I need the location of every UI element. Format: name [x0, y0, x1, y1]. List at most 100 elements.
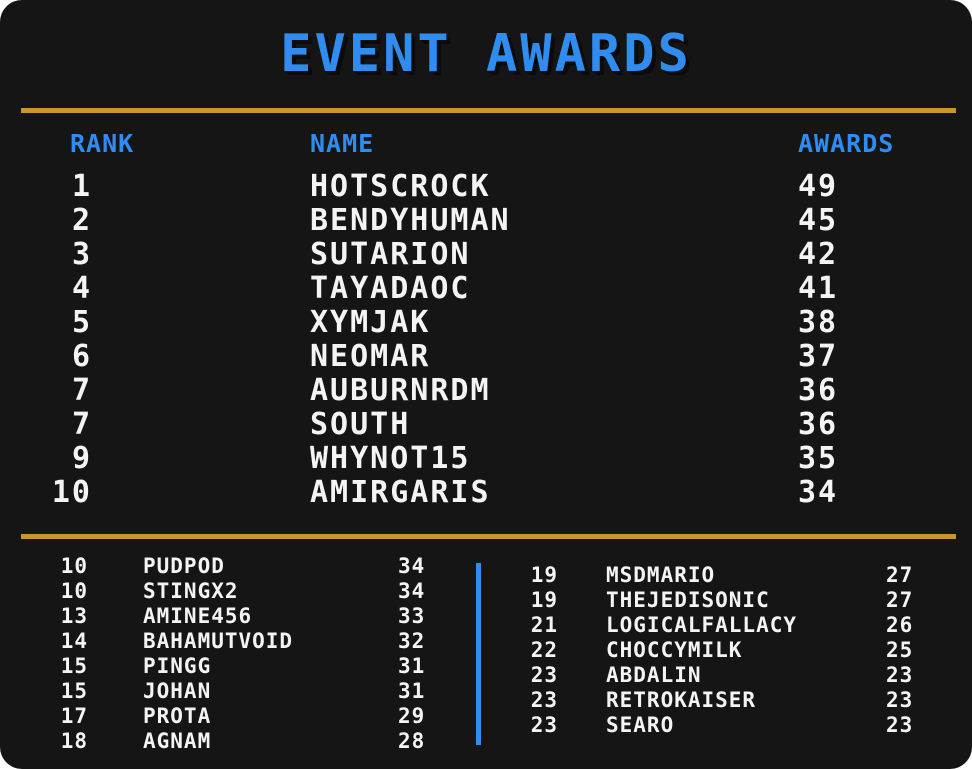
player-name: SUTARION — [310, 237, 471, 272]
top-divider-rule — [21, 108, 956, 113]
rank-value: 4 — [71, 271, 92, 306]
player-name: AMINE456 — [143, 604, 253, 628]
rank-value: 18 — [60, 729, 88, 753]
list-row: 15 PINGG 31 — [0, 654, 425, 679]
header-name: NAME — [310, 129, 375, 158]
awards-value: 33 — [398, 604, 426, 628]
top-ten-list: 1 HOTSCROCK 49 2 BENDYHUMAN 45 3 SUTARIO… — [0, 170, 972, 510]
player-name: THEJEDISONIC — [606, 588, 770, 612]
awards-value: 42 — [798, 237, 839, 272]
awards-value: 29 — [398, 704, 426, 728]
player-name: PROTA — [143, 704, 212, 728]
list-row: 15 JOHAN 31 — [0, 679, 425, 704]
player-name: BAHAMUTVOID — [143, 629, 294, 653]
player-name: JOHAN — [143, 679, 212, 703]
awards-value: 25 — [886, 638, 914, 662]
list-row: 23 RETROKAISER 23 — [480, 688, 950, 713]
top-row: 1 HOTSCROCK 49 — [0, 170, 972, 204]
honorable-list-left: 10 PUDPOD 34 10 STINGX2 34 13 AMINE456 3… — [0, 554, 425, 754]
rank-value: 21 — [530, 613, 558, 637]
player-name: AMIRGARIS — [310, 475, 491, 510]
player-name: SOUTH — [310, 407, 411, 442]
awards-value: 49 — [798, 169, 839, 204]
awards-value: 36 — [798, 407, 839, 442]
rank-value: 17 — [60, 704, 88, 728]
rank-value: 13 — [60, 604, 88, 628]
rank-value: 5 — [71, 305, 92, 340]
top-row: 3 SUTARION 42 — [0, 238, 972, 272]
awards-value: 41 — [798, 271, 839, 306]
awards-value: 23 — [886, 663, 914, 687]
rank-value: 15 — [60, 679, 88, 703]
player-name: LOGICALFALLACY — [606, 613, 798, 637]
rank-value: 7 — [71, 407, 92, 442]
list-row: 18 AGNAM 28 — [0, 729, 425, 754]
top-row: 4 TAYADAOC 41 — [0, 272, 972, 306]
awards-value: 23 — [886, 713, 914, 737]
top-row: 9 WHYNOT15 35 — [0, 442, 972, 476]
awards-value: 27 — [886, 588, 914, 612]
awards-value: 45 — [798, 203, 839, 238]
list-row: 23 ABDALIN 23 — [480, 663, 950, 688]
player-name: AGNAM — [143, 729, 212, 753]
awards-value: 28 — [398, 729, 426, 753]
awards-value: 26 — [886, 613, 914, 637]
honorable-list-right: 19 MSDMARIO 27 19 THEJEDISONIC 27 21 LOG… — [480, 563, 950, 738]
player-name: CHOCCYMILK — [606, 638, 743, 662]
rank-value: 1 — [71, 169, 92, 204]
top-row: 2 BENDYHUMAN 45 — [0, 204, 972, 238]
rank-value: 23 — [530, 688, 558, 712]
list-row: 19 MSDMARIO 27 — [480, 563, 950, 588]
player-name: MSDMARIO — [606, 563, 716, 587]
player-name: WHYNOT15 — [310, 441, 471, 476]
player-name: RETROKAISER — [606, 688, 757, 712]
list-row: 19 THEJEDISONIC 27 — [480, 588, 950, 613]
player-name: PINGG — [143, 654, 212, 678]
rank-value: 19 — [530, 563, 558, 587]
player-name: ABDALIN — [606, 663, 702, 687]
top-row: 6 NEOMAR 37 — [0, 340, 972, 374]
list-row: 10 STINGX2 34 — [0, 579, 425, 604]
rank-value: 10 — [60, 579, 88, 603]
rank-value: 3 — [71, 237, 92, 272]
list-row: 21 LOGICALFALLACY 26 — [480, 613, 950, 638]
awards-value: 32 — [398, 629, 426, 653]
rank-value: 9 — [71, 441, 92, 476]
rank-value: 10 — [60, 554, 88, 578]
list-row: 22 CHOCCYMILK 25 — [480, 638, 950, 663]
awards-value: 31 — [398, 654, 426, 678]
player-name: PUDPOD — [143, 554, 225, 578]
awards-value: 37 — [798, 339, 839, 374]
board-title: EVENT AWARDS — [280, 24, 692, 84]
awards-value: 36 — [798, 373, 839, 408]
awards-value: 35 — [798, 441, 839, 476]
list-row: 23 SEARO 23 — [480, 713, 950, 738]
player-name: XYMJAK — [310, 305, 431, 340]
middle-divider-rule — [21, 534, 956, 539]
player-name: BENDYHUMAN — [310, 203, 511, 238]
player-name: HOTSCROCK — [310, 169, 491, 204]
top-row: 7 SOUTH 36 — [0, 408, 972, 442]
rank-value: 23 — [530, 713, 558, 737]
awards-value: 27 — [886, 563, 914, 587]
rank-value: 7 — [71, 373, 92, 408]
player-name: TAYADAOC — [310, 271, 471, 306]
rank-value: 6 — [71, 339, 92, 374]
player-name: AUBURNRDM — [310, 373, 491, 408]
list-row: 13 AMINE456 33 — [0, 604, 425, 629]
awards-value: 23 — [886, 688, 914, 712]
rank-value: 23 — [530, 663, 558, 687]
awards-value: 38 — [798, 305, 839, 340]
player-name: SEARO — [606, 713, 675, 737]
header-rank: RANK — [70, 129, 135, 158]
rank-value: 19 — [530, 588, 558, 612]
awards-value: 31 — [398, 679, 426, 703]
rank-value: 15 — [60, 654, 88, 678]
top-row: 10 AMIRGARIS 34 — [0, 476, 972, 510]
awards-board: EVENT AWARDS RANK NAME AWARDS 1 HOTSCROC… — [0, 0, 972, 769]
top-row: 5 XYMJAK 38 — [0, 306, 972, 340]
awards-value: 34 — [798, 475, 839, 510]
player-name: STINGX2 — [143, 579, 239, 603]
top-row: 7 AUBURNRDM 36 — [0, 374, 972, 408]
rank-value: 2 — [71, 203, 92, 238]
